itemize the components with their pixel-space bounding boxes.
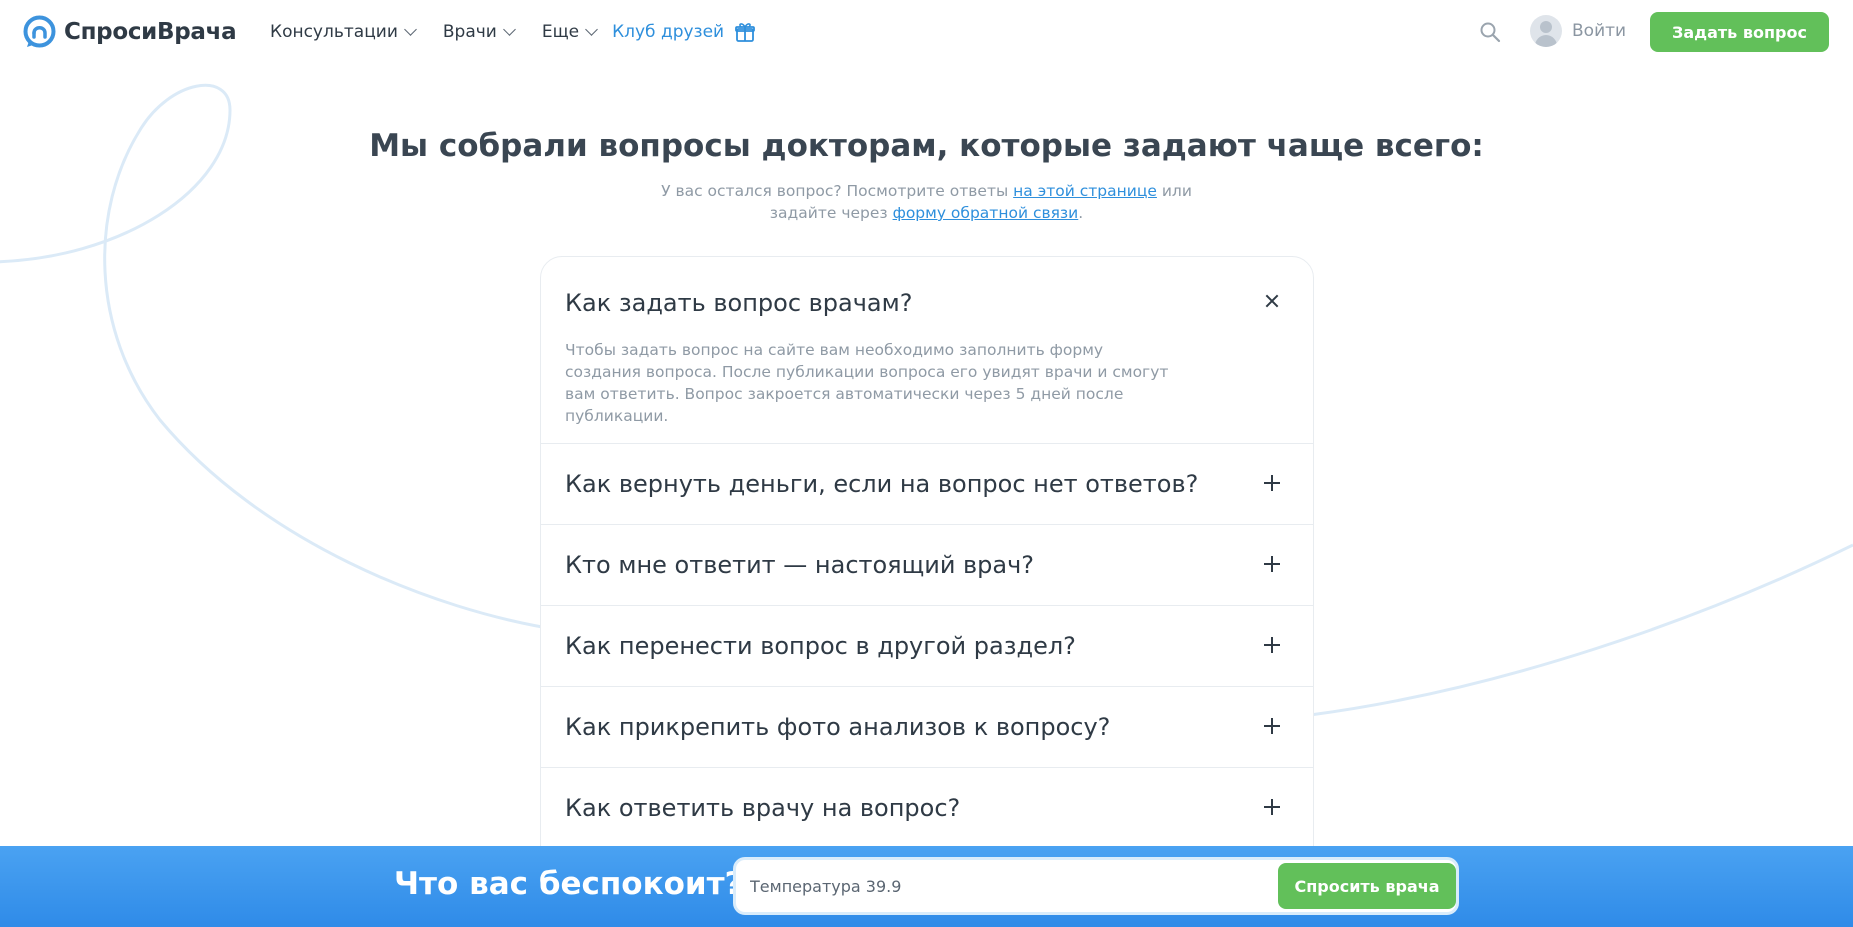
chevron-down-icon: [585, 23, 598, 36]
page-title: Мы собрали вопросы докторам, которые зад…: [369, 128, 1484, 164]
logo-icon: [23, 15, 56, 48]
page-subtitle: У вас остался вопрос? Посмотрите ответы …: [626, 180, 1227, 224]
this-page-link[interactable]: на этой странице: [1013, 182, 1157, 200]
nav-more[interactable]: Еще: [541, 22, 598, 42]
logo-text: СпросиВрача: [64, 18, 237, 45]
nav-label: Еще: [541, 22, 580, 42]
ask-doctor-bar: Что вас беспокоит? Спросить врача: [0, 846, 1853, 927]
login-button[interactable]: Войти: [1530, 15, 1626, 47]
site-header: СпросиВрача Консультации Врачи Еще Клуб …: [0, 0, 1853, 64]
nav-consultations[interactable]: Консультации: [270, 22, 417, 42]
bottom-bar-title: Что вас беспокоит?: [394, 866, 743, 902]
nav-label: Клуб друзей: [612, 22, 725, 42]
faq-question[interactable]: Как прикрепить фото анализов к вопросу?: [541, 687, 1313, 767]
nav-label: Консультации: [270, 22, 398, 42]
subtitle-text: .: [1078, 204, 1084, 222]
nav-doctors[interactable]: Врачи: [442, 22, 516, 42]
faq-item: Как прикрепить фото анализов к вопросу?: [541, 687, 1313, 768]
faq-answer: Чтобы задать вопрос на сайте вам необход…: [565, 341, 1169, 425]
feedback-form-link[interactable]: форму обратной связи: [893, 204, 1079, 222]
plus-icon[interactable]: [1263, 636, 1281, 654]
chevron-down-icon: [502, 23, 516, 36]
faq-question[interactable]: Как задать вопрос врачам?: [541, 257, 1313, 337]
plus-icon[interactable]: [1263, 474, 1281, 492]
nav-label: Врачи: [442, 22, 497, 42]
ask-question-button[interactable]: Задать вопрос: [1650, 12, 1829, 52]
login-label: Войти: [1572, 21, 1627, 41]
plus-icon[interactable]: [1263, 555, 1281, 573]
faq-item: Как перенести вопрос в другой раздел?: [541, 606, 1313, 687]
plus-icon[interactable]: [1263, 798, 1281, 816]
faq-item: Как задать вопрос врачам? Чтобы задать в…: [541, 257, 1313, 444]
faq-list: Как задать вопрос врачам? Чтобы задать в…: [540, 256, 1314, 927]
faq-item: Как ответить врачу на вопрос?: [541, 768, 1313, 849]
faq-item: Кто мне ответит — настоящий врач?: [541, 525, 1313, 606]
faq-question[interactable]: Как перенести вопрос в другой раздел?: [541, 606, 1313, 686]
symptom-input[interactable]: [750, 860, 1270, 912]
logo[interactable]: СпросиВрача: [23, 15, 237, 48]
user-avatar: [1530, 15, 1562, 47]
faq-item: Как вернуть деньги, если на вопрос нет о…: [541, 444, 1313, 525]
plus-icon[interactable]: [1263, 717, 1281, 735]
gift-icon: [735, 23, 756, 42]
nav-friends-club[interactable]: Клуб друзей: [612, 21, 756, 43]
main-nav: Консультации Врачи Еще Клуб друзей: [270, 0, 756, 64]
search-icon[interactable]: [1478, 20, 1502, 44]
faq-question[interactable]: Как ответить врачу на вопрос?: [541, 768, 1313, 848]
faq-question[interactable]: Кто мне ответит — настоящий врач?: [541, 525, 1313, 605]
chevron-down-icon: [404, 23, 417, 36]
subtitle-text: У вас остался вопрос? Посмотрите ответы: [661, 182, 1014, 200]
faq-question[interactable]: Как вернуть деньги, если на вопрос нет о…: [541, 444, 1313, 524]
ask-doctor-form: Спросить врача: [733, 857, 1459, 915]
ask-doctor-button[interactable]: Спросить врача: [1278, 863, 1456, 909]
close-icon[interactable]: [1263, 292, 1281, 310]
